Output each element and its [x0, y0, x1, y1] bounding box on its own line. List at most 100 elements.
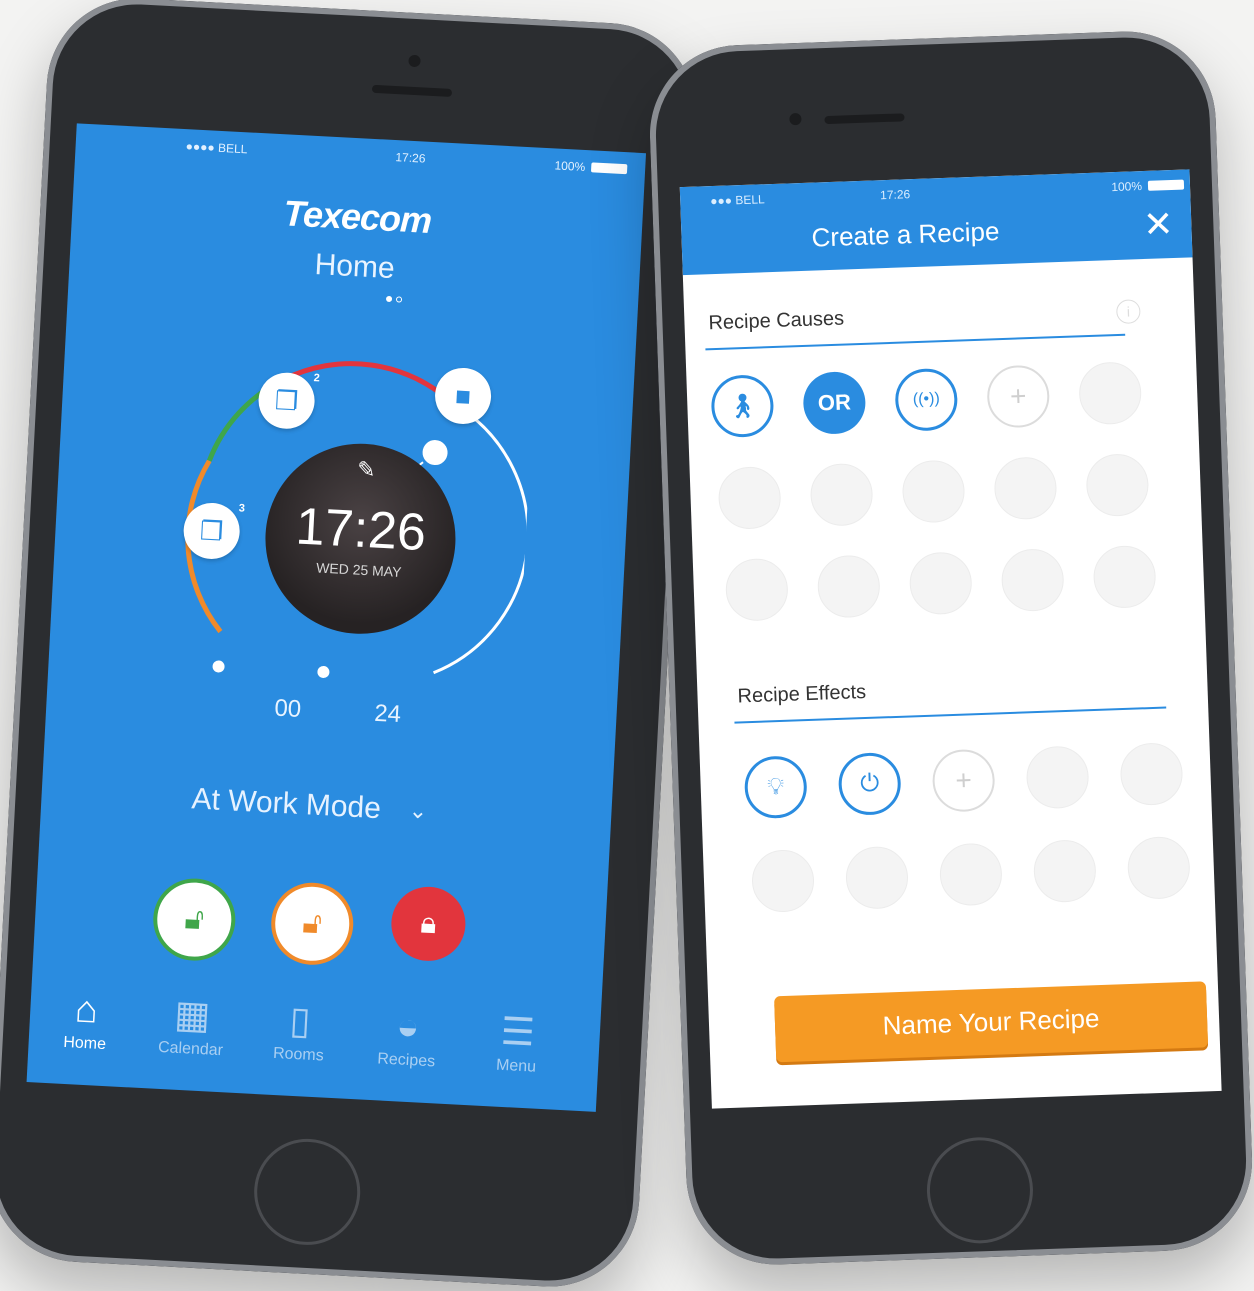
battery-percent: 100% [554, 158, 586, 175]
tab-label: Home [62, 1033, 107, 1054]
front-camera [789, 112, 802, 126]
home-button[interactable] [925, 1135, 1035, 1246]
page-dot-active [385, 295, 393, 303]
hamburger-menu-icon: ☰ [499, 1010, 536, 1055]
battery-icon [590, 162, 628, 175]
empty-slot [1078, 361, 1143, 426]
start-marker [212, 660, 225, 673]
cause-motion[interactable]: 🚶︎ [710, 374, 775, 439]
plus-icon: + [954, 764, 973, 796]
bottom-tab-bar: ⌂ Home ▦ Calendar ▯ Rooms ◒ Recipes ☰ Me… [27, 982, 601, 1112]
power-plug-icon: ⏻ [859, 769, 880, 798]
timeline-end-label: 24 [373, 699, 402, 729]
tab-label: Calendar [157, 1038, 224, 1060]
event-count-badge: 3 [238, 502, 246, 515]
video-camera-icon: ■ [454, 380, 472, 411]
unset-button[interactable]: 🔓︎ [151, 876, 238, 963]
home-icon: ⌂ [73, 988, 99, 1032]
walking-person-icon: 🚶︎ [726, 392, 759, 421]
event-count-badge: 2 [313, 372, 321, 385]
battery-icon [1147, 179, 1185, 191]
battery-indicator: 100% [1111, 178, 1185, 194]
empty-slot [1119, 742, 1184, 807]
lock-icon: 🔒︎ [419, 906, 438, 941]
full-arm-button[interactable]: 🔒︎ [389, 884, 468, 963]
part-arm-button[interactable]: 🔓︎ [269, 880, 356, 967]
empty-slot [901, 459, 966, 524]
right-phone: ●●● BELL 17:26 100% Create a Recipe ✕ Re… [646, 28, 1254, 1268]
empty-slot [717, 465, 782, 530]
status-time: 17:26 [879, 187, 911, 203]
empty-slot [724, 557, 789, 622]
status-time: 17:26 [395, 150, 426, 166]
tab-label: Menu [495, 1056, 537, 1076]
tab-recipes[interactable]: ◒ Recipes [356, 999, 459, 1072]
create-recipe-screen: ●●● BELL 17:26 100% Create a Recipe ✕ Re… [679, 169, 1222, 1109]
empty-slot [993, 456, 1058, 521]
earpiece-speaker [824, 113, 905, 125]
tab-menu[interactable]: ☰ Menu [466, 1005, 569, 1078]
page-indicator[interactable] [385, 295, 403, 303]
carrier-label: ●●● BELL [710, 192, 765, 209]
page-dot [395, 296, 403, 303]
calendar-icon: ▦ [173, 993, 212, 1038]
empty-slot [1032, 839, 1097, 904]
empty-slot [1126, 835, 1191, 900]
add-cause-button[interactable]: + [986, 364, 1051, 429]
tab-label: Rooms [272, 1044, 325, 1065]
screen-title: Create a Recipe [811, 216, 1000, 253]
causes-divider [705, 333, 1126, 351]
door-icon: ▯ [288, 999, 312, 1043]
empty-slot [750, 848, 816, 914]
battery-indicator: 100% [554, 158, 628, 176]
tab-home[interactable]: ⌂ Home [34, 982, 137, 1055]
home-button[interactable] [251, 1136, 363, 1248]
effects-divider [734, 706, 1167, 724]
causes-heading: Recipe Causes [708, 307, 845, 335]
stack-icon: ❐ [274, 384, 300, 416]
home-screen: ●●●● BELL 17:26 100% Texecom Home 17:26 [26, 123, 647, 1112]
edit-pencil-icon[interactable]: ✎ [356, 457, 376, 484]
status-bar: ●●●● BELL 17:26 100% [75, 133, 645, 183]
unlock-icon: 🔓︎ [183, 902, 205, 937]
tab-rooms[interactable]: ▯ Rooms [248, 994, 351, 1067]
add-effect-button[interactable]: + [931, 748, 996, 813]
empty-slot [938, 842, 1003, 907]
earpiece-speaker [371, 84, 453, 97]
time-handle[interactable] [419, 437, 451, 469]
or-label: OR [817, 389, 852, 416]
left-phone: ●●●● BELL 17:26 100% Texecom Home 17:26 [0, 0, 701, 1291]
effect-light[interactable]: 💡︎ [743, 755, 808, 820]
close-icon[interactable]: ✕ [1142, 203, 1174, 245]
chevron-down-icon: ⌄ [408, 797, 428, 824]
end-marker [317, 666, 330, 679]
tab-calendar[interactable]: ▦ Calendar [140, 988, 243, 1061]
empty-slot [1085, 453, 1150, 518]
tab-label: Recipes [376, 1050, 436, 1071]
empty-slot [844, 845, 910, 910]
effects-heading: Recipe Effects [737, 680, 867, 708]
cause-or-operator[interactable]: OR [802, 370, 867, 435]
lightbulb-icon: 💡︎ [766, 772, 785, 801]
plus-icon: + [1009, 380, 1027, 412]
broadcast-icon: ((•)) [912, 390, 941, 409]
name-recipe-button[interactable]: Name Your Recipe [774, 981, 1209, 1063]
timeline-start-label: 00 [273, 694, 302, 723]
front-camera [408, 54, 421, 68]
mortar-pestle-icon: ◒ [395, 1005, 421, 1049]
empty-slot [816, 554, 881, 619]
empty-slot [809, 462, 874, 527]
clock-time: 17:26 [294, 497, 428, 563]
empty-slot [1025, 745, 1090, 810]
stack-icon: ❐ [199, 514, 225, 547]
mode-selector[interactable]: At Work Mode ⌄ [191, 782, 428, 828]
recipe-header: ●●● BELL 17:26 100% Create a Recipe ✕ [679, 169, 1193, 276]
cause-signal[interactable]: ((•)) [894, 367, 959, 432]
clock-date: WED 25 MAY [315, 559, 402, 580]
info-icon[interactable]: i [1115, 299, 1141, 325]
empty-slot [1092, 544, 1157, 609]
empty-slot [1000, 548, 1065, 613]
status-bar: ●●● BELL 17:26 100% [680, 177, 1190, 215]
effect-plug[interactable]: ⏻ [837, 751, 902, 816]
mode-label: At Work Mode [190, 782, 382, 826]
